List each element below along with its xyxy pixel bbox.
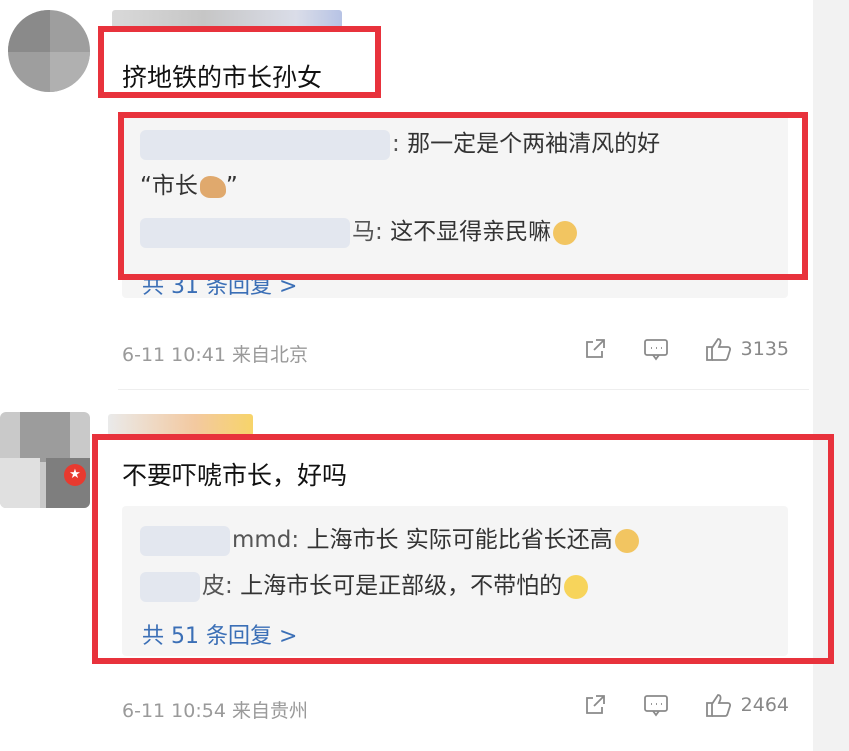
divider [118,389,809,390]
comment-icon [643,695,668,717]
replies-box[interactable]: : 那一定是个两袖清风的好 “市长” 马: 这不显得亲民嘛 共 31 条回复 > [122,112,788,300]
reply-username-blurred [140,217,350,248]
comment-button[interactable] [643,693,669,717]
comment-icon [643,339,668,361]
comment-text: 不要吓唬市长，好吗 [122,461,348,490]
reply-item[interactable]: mmd: 上海市长 实际可能比省长还高 [140,520,639,556]
comment-meta: 6-11 10:54 来自贵州 [122,696,308,723]
comment-actions: 3135 [583,336,789,362]
replies-box[interactable]: mmd: 上海市长 实际可能比省长还高 皮: 上海市长可是正部级，不带怕的 共 … [122,506,788,656]
like-button[interactable]: 3135 [705,336,789,362]
vip-badge-icon: ★ [64,464,86,486]
like-icon [705,694,731,717]
comment-item: 挤地铁的市长孙女 : 那一定是个两袖清风的好 “市长” 马: 这不显得亲民嘛 共… [0,0,849,390]
reply-item[interactable]: 皮: 上海市长可是正部级，不带怕的 [140,566,589,602]
comment-meta: 6-11 10:41 来自北京 [122,340,308,367]
avatar[interactable] [0,412,90,508]
avatar[interactable] [8,10,90,92]
share-icon [585,695,605,714]
more-replies-link[interactable]: 共 31 条回复 > [142,268,297,300]
comment-time: 6-11 10:54 [122,700,226,722]
like-count: 2464 [740,694,789,716]
username-blurred[interactable] [112,10,342,32]
comment-item: 不要吓唬市长，好吗 mmd: 上海市长 实际可能比省长还高 皮: 上海市长可是正… [0,392,849,751]
reply-username-blurred [140,525,230,556]
reply-username-blurred [140,571,200,602]
doge-emoji-icon [614,528,639,553]
share-button[interactable] [583,337,607,361]
comment-source: 来自贵州 [231,700,308,722]
comment-text: 挤地铁的市长孙女 [122,63,323,92]
reply-username-blurred [140,129,390,160]
reply-item[interactable]: : 那一定是个两袖清风的好 [140,124,660,160]
fear-emoji-icon [564,574,589,599]
username-blurred[interactable] [108,414,253,436]
share-icon [585,339,605,358]
reply-item-continued: “市长” [140,173,238,199]
comment-time: 6-11 10:41 [122,344,226,366]
more-replies-link[interactable]: 共 51 条回复 > [142,618,297,650]
comment-button[interactable] [643,337,669,361]
like-count: 3135 [740,338,789,360]
reply-item[interactable]: 马: 这不显得亲民嘛 [140,212,578,248]
like-icon [705,338,731,361]
share-button[interactable] [583,693,607,717]
comment-source: 来自北京 [231,344,308,366]
comment-actions: 2464 [583,692,789,718]
folded-hands-emoji-icon [199,175,226,198]
like-button[interactable]: 2464 [705,692,789,718]
doge-emoji-icon [553,220,578,245]
